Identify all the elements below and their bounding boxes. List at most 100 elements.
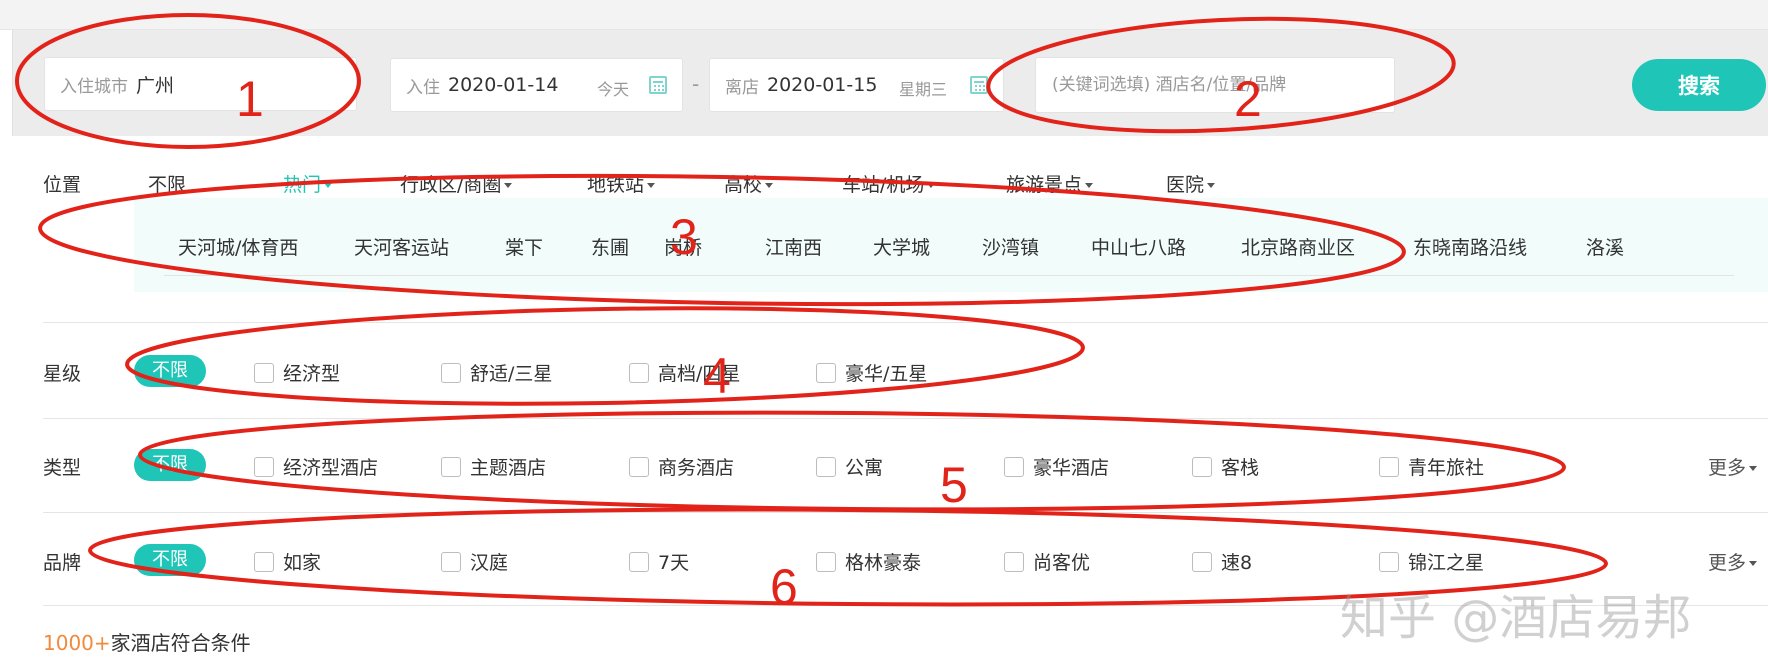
hot-location-item[interactable]: 大学城 bbox=[873, 233, 930, 260]
chevron-down-icon bbox=[504, 183, 513, 188]
hot-location-item[interactable]: 东晓南路沿线 bbox=[1413, 233, 1527, 260]
location-label: 位置 bbox=[43, 174, 82, 196]
result-text: 家酒店符合条件 bbox=[110, 631, 251, 655]
hot-location-item[interactable]: 天河城/体育西 bbox=[178, 233, 298, 260]
location-tab-district[interactable]: 行政区/商圈 bbox=[400, 170, 513, 197]
date-separator: - bbox=[692, 72, 700, 96]
checkbox[interactable] bbox=[1192, 456, 1212, 477]
location-tab-hospital[interactable]: 医院 bbox=[1166, 170, 1216, 197]
checkin-day: 今天 bbox=[597, 80, 630, 99]
checkbox[interactable] bbox=[1004, 456, 1024, 477]
city-value: 广州 bbox=[136, 74, 175, 97]
checkbox[interactable] bbox=[1379, 456, 1399, 477]
location-tab-metro[interactable]: 地铁站 bbox=[587, 170, 656, 197]
location-tab-college[interactable]: 高校 bbox=[724, 170, 774, 197]
brand-more-button[interactable]: 更多 bbox=[1708, 548, 1758, 575]
chevron-down-icon bbox=[927, 183, 936, 188]
checkbox[interactable] bbox=[629, 551, 649, 572]
checkbox[interactable] bbox=[816, 362, 836, 383]
type-more-button[interactable]: 更多 bbox=[1708, 453, 1758, 480]
hot-location-item[interactable]: 东圃 bbox=[591, 233, 629, 260]
chevron-down-icon bbox=[765, 183, 774, 188]
checkout-field[interactable]: 离店 2020-01-15 星期三 bbox=[709, 58, 1004, 112]
hot-location-item[interactable]: 中山七八路 bbox=[1091, 233, 1186, 260]
star-option[interactable]: 舒适/三星 bbox=[441, 359, 552, 386]
search-button[interactable]: 搜索 bbox=[1632, 59, 1766, 111]
type-option[interactable]: 商务酒店 bbox=[629, 453, 734, 480]
chevron-down-icon bbox=[324, 183, 333, 188]
result-number: 1000+ bbox=[43, 631, 111, 655]
hot-location-item[interactable]: 洛溪 bbox=[1586, 233, 1624, 260]
star-unlimited-button[interactable]: 不限 bbox=[134, 355, 206, 387]
checkout-day: 星期三 bbox=[899, 80, 948, 99]
checkout-label: 离店 bbox=[725, 77, 759, 98]
annotation-number: 5 bbox=[940, 457, 968, 513]
annotation-number: 4 bbox=[703, 348, 731, 404]
keyword-input[interactable] bbox=[1035, 57, 1395, 113]
calendar-icon[interactable] bbox=[649, 76, 667, 94]
checkin-field[interactable]: 入住 2020-01-14 今天 bbox=[390, 58, 683, 112]
checkin-label: 入住 bbox=[406, 77, 440, 98]
type-option[interactable]: 经济型酒店 bbox=[254, 453, 378, 480]
city-label: 入住城市 bbox=[60, 76, 128, 97]
checkbox[interactable] bbox=[816, 551, 836, 572]
type-option[interactable]: 主题酒店 bbox=[441, 453, 546, 480]
divider bbox=[43, 418, 1768, 419]
location-tab-hot[interactable]: 热门 bbox=[283, 170, 333, 197]
checkbox[interactable] bbox=[254, 456, 274, 477]
brand-unlimited-button[interactable]: 不限 bbox=[134, 544, 206, 576]
annotation-number: 2 bbox=[1234, 71, 1262, 127]
location-tab-station[interactable]: 车站/机场 bbox=[842, 170, 936, 197]
chevron-down-icon bbox=[1085, 183, 1094, 188]
type-unlimited-button[interactable]: 不限 bbox=[134, 449, 206, 481]
checkbox[interactable] bbox=[254, 551, 274, 572]
checkbox[interactable] bbox=[441, 551, 461, 572]
result-count: 1000+家酒店符合条件 bbox=[43, 627, 251, 656]
hot-location-item[interactable]: 北京路商业区 bbox=[1241, 233, 1355, 260]
type-option[interactable]: 青年旅社 bbox=[1379, 453, 1484, 480]
hot-location-item[interactable]: 江南西 bbox=[765, 233, 822, 260]
hot-location-item[interactable]: 棠下 bbox=[505, 233, 543, 260]
checkbox[interactable] bbox=[816, 456, 836, 477]
checkbox[interactable] bbox=[254, 362, 274, 383]
brand-option[interactable]: 格林豪泰 bbox=[816, 548, 921, 575]
location-tab-scenic[interactable]: 旅游景点 bbox=[1006, 170, 1094, 197]
checkbox[interactable] bbox=[1004, 551, 1024, 572]
city-field[interactable]: 入住城市 广州 bbox=[44, 57, 357, 111]
checkbox[interactable] bbox=[1379, 551, 1399, 572]
checkbox[interactable] bbox=[441, 456, 461, 477]
chevron-down-icon bbox=[647, 183, 656, 188]
brand-label: 品牌 bbox=[43, 552, 82, 574]
type-option[interactable]: 客栈 bbox=[1192, 453, 1259, 480]
checkin-date: 2020-01-14 bbox=[448, 74, 559, 96]
divider bbox=[43, 322, 1768, 323]
checkout-date: 2020-01-15 bbox=[767, 74, 878, 96]
annotation-number: 3 bbox=[670, 209, 698, 265]
brand-option[interactable]: 尚客优 bbox=[1004, 548, 1090, 575]
hot-location-item[interactable]: 天河客运站 bbox=[354, 233, 449, 260]
brand-option[interactable]: 如家 bbox=[254, 548, 321, 575]
watermark: 知乎 @酒店易邦 bbox=[1340, 590, 1692, 646]
calendar-icon[interactable] bbox=[970, 76, 988, 94]
annotation-ellipse bbox=[125, 306, 1085, 406]
chevron-down-icon bbox=[1207, 183, 1216, 188]
chevron-down-icon bbox=[1749, 466, 1758, 471]
type-option[interactable]: 豪华酒店 bbox=[1004, 453, 1109, 480]
chevron-down-icon bbox=[1749, 561, 1758, 566]
checkbox[interactable] bbox=[629, 362, 649, 383]
checkbox[interactable] bbox=[441, 362, 461, 383]
brand-option[interactable]: 锦江之星 bbox=[1379, 548, 1484, 575]
hot-location-item[interactable]: 沙湾镇 bbox=[982, 233, 1039, 260]
type-option[interactable]: 公寓 bbox=[816, 453, 883, 480]
annotation-number: 1 bbox=[236, 71, 264, 127]
brand-option[interactable]: 7天 bbox=[629, 548, 689, 575]
checkbox[interactable] bbox=[1192, 551, 1212, 572]
star-option[interactable]: 豪华/五星 bbox=[816, 359, 927, 386]
brand-option[interactable]: 汉庭 bbox=[441, 548, 508, 575]
annotation-number: 6 bbox=[770, 559, 798, 615]
location-tab-unlimited[interactable]: 不限 bbox=[148, 170, 186, 197]
divider bbox=[43, 512, 1768, 513]
checkbox[interactable] bbox=[629, 456, 649, 477]
star-option[interactable]: 经济型 bbox=[254, 359, 340, 386]
brand-option[interactable]: 速8 bbox=[1192, 548, 1252, 575]
